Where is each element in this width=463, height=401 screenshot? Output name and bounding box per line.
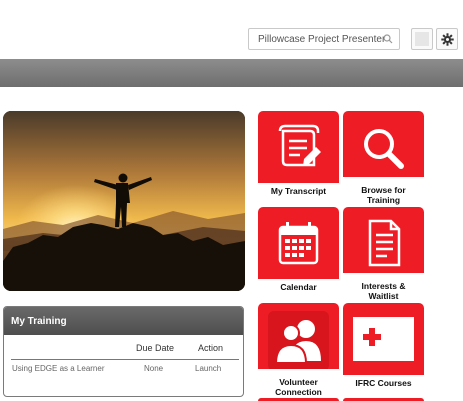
tile-label-line1: IFRC Courses [355, 378, 412, 388]
my-training-panel: My Training Due Date Action Using EDGE a… [3, 306, 244, 397]
tile-interests-waitlist[interactable]: Interests & Waitlist [343, 207, 424, 301]
magnifier-icon [364, 129, 404, 169]
gear-icon [441, 33, 454, 46]
due-date-value: None [144, 364, 164, 373]
tile-label-line2: Waitlist [368, 291, 399, 301]
calendar-icon [278, 222, 319, 265]
ifrc-logo-icon [353, 317, 414, 361]
people-icon [268, 311, 329, 371]
user-menu-button[interactable] [411, 28, 433, 50]
avatar [415, 32, 429, 46]
tile-label-line1: Volunteer [279, 377, 318, 387]
tile-my-transcript[interactable]: My Transcript [258, 111, 339, 199]
search-input[interactable]: Pillowcase Project Presenter [248, 28, 400, 50]
column-header-action: Action [198, 343, 224, 353]
my-training-title: My Training [4, 307, 243, 335]
tile-label-line1: Calendar [280, 282, 317, 292]
table-divider [11, 359, 239, 360]
launch-link[interactable]: Launch [195, 364, 221, 373]
header-band [0, 59, 463, 87]
column-header-due-date: Due Date [136, 343, 175, 353]
search-value: Pillowcase Project Presenter [258, 34, 386, 45]
tile-label-line1: My Transcript [270, 186, 327, 196]
tile-ifrc-courses[interactable]: IFRC Courses [343, 303, 424, 391]
tile-label-line2: Connection [275, 387, 322, 397]
tile-browse-for-training[interactable]: Browse for Training [343, 111, 424, 205]
settings-button[interactable] [436, 28, 458, 50]
tile-label-line1: Browse for [361, 185, 406, 195]
course-title: Using EDGE as a Learner [12, 364, 105, 373]
transcript-icon [278, 124, 321, 167]
document-icon [368, 219, 401, 267]
search-icon[interactable] [383, 34, 393, 44]
tile-label-line1: Interests & [361, 281, 406, 291]
tile-calendar[interactable]: Calendar [258, 207, 339, 295]
training-table: Due Date Action Using EDGE as a Learner … [4, 335, 243, 396]
tile-volunteer-connection[interactable]: Volunteer Connection [258, 303, 339, 397]
hero-image [3, 111, 245, 291]
tile-label-line2: Training [366, 195, 401, 205]
